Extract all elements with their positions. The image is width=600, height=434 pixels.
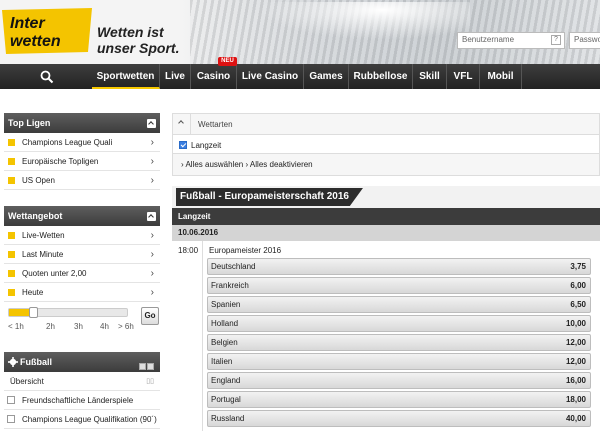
interwetten-logo[interactable]: Inter wetten: [2, 8, 94, 54]
main-content: Wettarten Langzeit › Alles auswählen › A…: [172, 113, 600, 431]
slider-tick: 2h: [46, 322, 55, 331]
chevron-right-icon: ›: [150, 287, 154, 298]
time-slider-track[interactable]: [8, 307, 128, 318]
event-time: 18:00: [178, 246, 199, 255]
svg-text:Inter: Inter: [10, 15, 45, 32]
sidebar-item-freundschaftliche-laenderspiele[interactable]: Freundschaftliche Länderspiele: [4, 391, 160, 410]
chevron-up-icon[interactable]: [178, 120, 184, 126]
svg-text:wetten: wetten: [10, 33, 61, 50]
odd-button[interactable]: Belgien 12,00: [207, 334, 591, 351]
chevron-right-icon: ›: [150, 175, 154, 186]
nav-sportwetten[interactable]: Sportwetten: [92, 64, 160, 89]
gear-icon: [8, 357, 18, 367]
fussball-header[interactable]: Fußball: [4, 352, 160, 372]
slogan: Wetten ist unser Sport.: [97, 24, 180, 56]
sidebar-item-heute[interactable]: Heute ›: [4, 283, 160, 302]
bullet-icon: [8, 232, 15, 239]
odd-button[interactable]: Russland 40,00: [207, 410, 591, 427]
slider-tick: < 1h: [8, 322, 24, 331]
bullet-icon: [8, 251, 15, 258]
competition-title[interactable]: Fußball - Europameisterschaft 2016: [176, 188, 363, 206]
slider-tick: > 6h: [118, 322, 134, 331]
bet-type-subheader: Langzeit: [172, 208, 600, 225]
stadium-lights: [250, 2, 470, 42]
search-icon[interactable]: [40, 70, 54, 84]
sidebar-item-live-wetten[interactable]: Live-Wetten ›: [4, 226, 160, 245]
password-input[interactable]: Passwort: [569, 32, 600, 49]
slider-tick: 4h: [100, 322, 109, 331]
sidebar-item-uebersicht[interactable]: Übersicht ▯▯: [4, 372, 160, 391]
nav-skill[interactable]: Skill: [413, 64, 447, 89]
sidebar-item-europaeische-topligen[interactable]: Europäische Topligen ›: [4, 152, 160, 171]
nav-rubbellose[interactable]: Rubbellose: [349, 64, 413, 89]
odd-button[interactable]: Holland 10,00: [207, 315, 591, 332]
nav-live[interactable]: Live: [160, 64, 191, 89]
main-nav: Sportwetten Live Casino Live Casino Game…: [0, 64, 600, 89]
go-button[interactable]: Go: [141, 307, 159, 325]
odd-button[interactable]: Deutschland 3,75: [207, 258, 591, 275]
sidebar-item-champions-league-quali[interactable]: Champions League Quali ›: [4, 133, 160, 152]
new-badge: NEU: [218, 57, 237, 66]
wettarten-options: Langzeit: [172, 134, 600, 154]
sidebar-item-last-minute[interactable]: Last Minute ›: [4, 245, 160, 264]
select-links[interactable]: › Alles auswählen › Alles deaktivieren: [172, 154, 600, 176]
bullet-icon: [8, 270, 15, 277]
time-slider-handle[interactable]: [28, 307, 38, 318]
event-row: 18:00 Europameister 2016 Deutschland 3,75…: [172, 241, 600, 431]
grid-icon: ▯▯: [146, 378, 154, 385]
chevron-right-icon: ›: [150, 156, 154, 167]
sidebar-item-us-open[interactable]: US Open ›: [4, 171, 160, 190]
divider: [202, 241, 203, 431]
bullet-icon: [8, 289, 15, 296]
sidebar-item-champions-league-qualifikation[interactable]: Champions League Qualifikation (90´): [4, 410, 160, 429]
event-name: Europameister 2016: [209, 246, 282, 255]
collapse-icon[interactable]: [147, 119, 156, 128]
odd-button[interactable]: Italien 12,00: [207, 353, 591, 370]
slider-tick: 3h: [74, 322, 83, 331]
nav-live-casino[interactable]: Live Casino: [237, 64, 304, 89]
chevron-right-icon: ›: [150, 137, 154, 148]
chevron-right-icon: ›: [150, 268, 154, 279]
wettangebot-header[interactable]: Wettangebot: [4, 206, 160, 226]
checkbox[interactable]: [7, 396, 15, 404]
langzeit-checkbox[interactable]: [179, 141, 187, 149]
bullet-icon: [8, 177, 15, 184]
bullet-icon: [8, 139, 15, 146]
odd-button[interactable]: Frankreich 6,00: [207, 277, 591, 294]
sidebar-item-quoten-unter-2[interactable]: Quoten unter 2,00 ›: [4, 264, 160, 283]
odds-list: Deutschland 3,75 Frankreich 6,00 Spanien 6,…: [207, 258, 591, 429]
odd-button[interactable]: Spanien 6,50: [207, 296, 591, 313]
nav-games[interactable]: Games: [304, 64, 349, 89]
nav-casino[interactable]: Casino: [191, 64, 237, 89]
checkbox[interactable]: [7, 415, 15, 423]
chevron-right-icon: ›: [150, 230, 154, 241]
wettarten-header[interactable]: Wettarten: [172, 113, 600, 135]
header: Inter wetten Wetten ist unser Sport. Ben…: [0, 0, 600, 64]
help-icon[interactable]: ?: [551, 35, 561, 45]
sidebar: Top Ligen Champions League Quali › Europä…: [4, 113, 160, 429]
nav-vfl[interactable]: VFL: [447, 64, 480, 89]
competition-header: Fußball - Europameisterschaft 2016: [172, 186, 600, 208]
collapse-icon[interactable]: [147, 212, 156, 221]
chevron-right-icon: ›: [150, 249, 154, 260]
username-input[interactable]: Benutzername ?: [457, 32, 565, 49]
divider: [190, 114, 191, 135]
time-slider: < 1h 2h 3h 4h > 6h Go: [4, 302, 160, 352]
wettarten-title: Wettarten: [198, 120, 233, 129]
odd-button[interactable]: England 16,00: [207, 372, 591, 389]
langzeit-label: Langzeit: [191, 141, 222, 150]
date-row: 10.06.2016: [172, 225, 600, 241]
bullet-icon: [8, 158, 15, 165]
top-ligen-header[interactable]: Top Ligen: [4, 113, 160, 133]
odd-button[interactable]: Portugal 18,00: [207, 391, 591, 408]
nav-mobil[interactable]: Mobil: [480, 64, 522, 89]
